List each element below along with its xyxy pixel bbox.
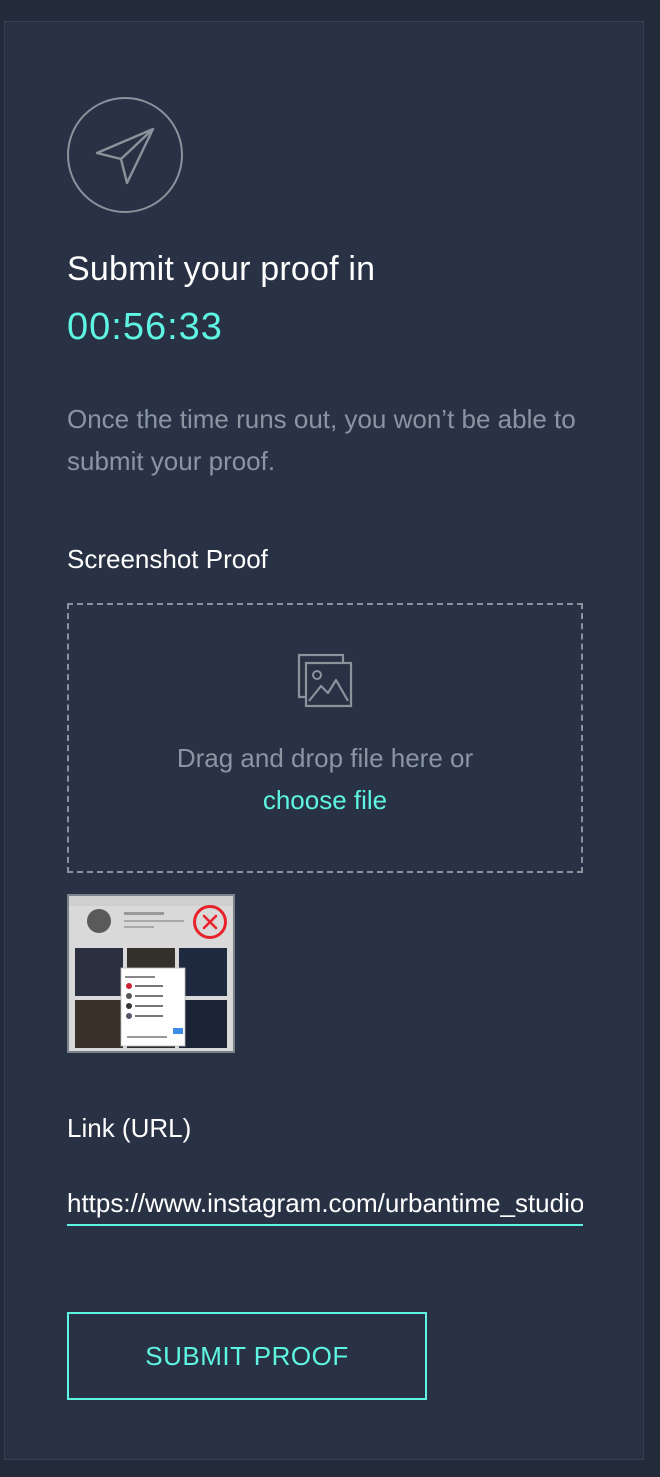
proof-panel: Submit your proof in 00:56:33 Once the t…	[4, 21, 644, 1460]
submit-proof-button[interactable]: SUBMIT PROOF	[67, 1312, 427, 1400]
paper-plane-icon	[67, 97, 183, 213]
link-url-input[interactable]	[67, 1182, 583, 1226]
remove-screenshot-button[interactable]	[193, 905, 227, 939]
screenshot-proof-label: Screenshot Proof	[67, 544, 268, 574]
dropzone-text: Drag and drop file here or	[176, 743, 474, 773]
image-icon	[297, 653, 353, 714]
choose-file-link[interactable]: choose file	[69, 785, 581, 816]
deadline-warning: Once the time runs out, you won’t be abl…	[67, 404, 576, 476]
file-dropzone[interactable]: Drag and drop file here or choose file	[67, 603, 583, 873]
page-title: Submit your proof in	[67, 250, 376, 288]
countdown-timer: 00:56:33	[67, 306, 223, 348]
close-circle-icon	[202, 914, 218, 930]
link-url-label: Link (URL)	[67, 1113, 192, 1143]
uploaded-screenshot-thumbnail	[67, 894, 235, 1053]
